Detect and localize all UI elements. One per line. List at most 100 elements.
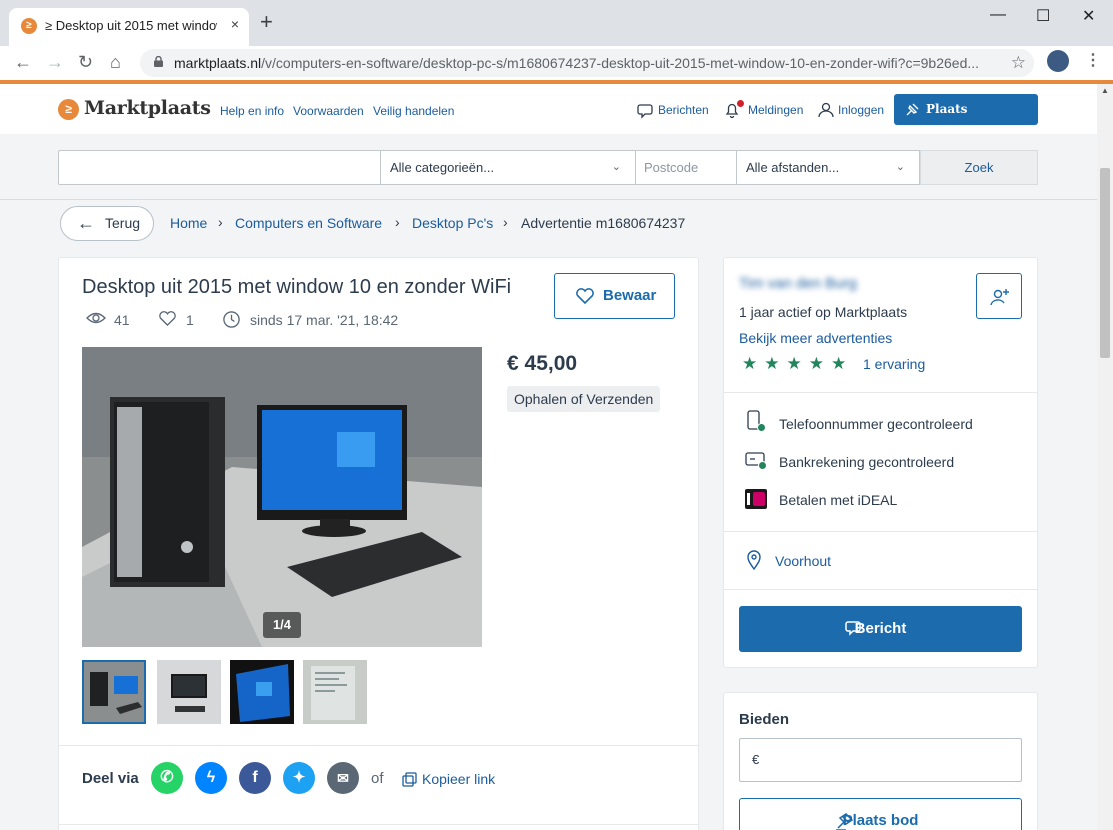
notification-badge [737, 100, 744, 107]
email-icon[interactable]: ✉ [327, 762, 359, 794]
listing-date: sinds 17 mar. '21, 18:42 [250, 312, 399, 328]
divider [723, 531, 1038, 532]
listing-photo[interactable] [82, 347, 482, 647]
back-arrow-icon[interactable]: ← [14, 52, 32, 72]
scrollbar-thumb[interactable] [1100, 168, 1110, 358]
back-button[interactable]: ← Terug [60, 206, 154, 241]
home-icon[interactable]: ⌂ [110, 52, 121, 72]
seller-name[interactable]: Tim van den Burg [739, 275, 857, 292]
thumbnail-1[interactable] [82, 660, 146, 724]
copy-link-icon[interactable] [401, 772, 417, 788]
location-pin-icon [747, 550, 761, 570]
save-label: Bewaar [603, 287, 657, 304]
logo-icon[interactable]: ≥ [58, 99, 79, 120]
gavel-icon [836, 813, 854, 830]
search-button[interactable]: Zoek [920, 150, 1038, 185]
verified-check-icon [758, 461, 767, 470]
seller-location[interactable]: Voorhout [775, 553, 831, 569]
divider [58, 745, 699, 746]
share-label: Deel via [82, 770, 139, 787]
breadcrumb-category[interactable]: Computers en Software [235, 215, 382, 231]
chat-bubble-icon [845, 621, 861, 636]
forward-arrow-icon[interactable]: → [46, 52, 64, 72]
chat-icon[interactable] [637, 101, 655, 119]
verified-phone: Telefoonnummer gecontroleerd [779, 416, 973, 432]
messages-link[interactable]: Berichten [658, 103, 709, 117]
thumbnail-4[interactable] [303, 660, 367, 724]
listing-title: Desktop uit 2015 met window 10 en zonder… [82, 276, 512, 298]
close-tab-icon[interactable]: × [231, 16, 239, 32]
seller-since: 1 jaar actief op Marktplaats [739, 304, 908, 320]
divider [723, 589, 1038, 590]
add-user-icon [990, 289, 1009, 306]
breadcrumb-home[interactable]: Home [170, 215, 207, 231]
verified-check-icon [757, 423, 766, 432]
favicon-icon: ≥ [21, 18, 37, 34]
notifications-link[interactable]: Meldingen [748, 103, 803, 117]
login-link[interactable]: Inloggen [838, 103, 884, 117]
views-count: 41 [114, 312, 130, 328]
page-scrollbar[interactable]: ▲ [1097, 84, 1113, 830]
message-button[interactable]: Bericht [739, 606, 1022, 652]
user-icon[interactable] [817, 101, 835, 119]
divider [58, 824, 699, 825]
ideal-icon [745, 489, 767, 509]
thumbnail-2[interactable] [157, 660, 221, 724]
breadcrumb-current: Advertentie m1680674237 [521, 215, 686, 231]
distance-select[interactable]: Alle afstanden... ⌄ [736, 150, 920, 185]
more-ads-link[interactable]: Bekijk meer advertenties [739, 330, 892, 346]
ideal-payment: Betalen met iDEAL [779, 492, 898, 508]
safe-trading-link[interactable]: Veilig handelen [373, 104, 454, 118]
thumbnail-3[interactable] [230, 660, 294, 724]
minimize-button[interactable]: — [990, 6, 1006, 24]
postcode-input[interactable]: Postcode [635, 150, 737, 185]
whatsapp-icon[interactable]: ✆ [151, 762, 183, 794]
new-tab-button[interactable]: + [260, 11, 273, 33]
profile-avatar[interactable] [1047, 50, 1069, 72]
search-input[interactable] [58, 150, 381, 185]
divider [723, 392, 1038, 393]
site-header: ≥ Marktplaats Help en info Voorwaarden V… [0, 84, 1097, 147]
address-bar[interactable]: marktplaats.nl/v/computers-en-software/d… [140, 49, 1034, 77]
chevron-right-icon: › [218, 214, 223, 230]
pin-icon [906, 103, 919, 116]
browser-menu-icon[interactable]: ⋮ [1085, 50, 1101, 70]
desktop-pc-image [82, 347, 482, 647]
search-bar: Alle categorieën... ⌄ Postcode Alle afst… [0, 134, 1097, 200]
chevron-right-icon: › [395, 214, 400, 230]
bid-amount-input[interactable]: € [739, 738, 1022, 782]
experience-link[interactable]: 1 ervaring [863, 356, 925, 372]
terms-link[interactable]: Voorwaarden [293, 104, 364, 118]
bookmark-star-icon[interactable]: ☆ [1011, 53, 1026, 73]
logo-text[interactable]: Marktplaats [84, 97, 211, 119]
scroll-up-icon[interactable]: ▲ [1101, 86, 1109, 95]
chevron-down-icon: ⌄ [895, 161, 905, 173]
chevron-down-icon: ⌄ [611, 161, 621, 173]
copy-link[interactable]: Kopieer link [422, 771, 495, 787]
browser-tabbar: ≥ ≥ Desktop uit 2015 met window × + — ☐ … [0, 0, 1113, 46]
bid-title: Bieden [739, 711, 790, 728]
back-label: Terug [105, 215, 141, 231]
maximize-button[interactable]: ☐ [1036, 6, 1050, 26]
help-link[interactable]: Help en info [220, 104, 284, 118]
window-close-button[interactable]: ✕ [1082, 6, 1095, 26]
facebook-icon[interactable]: f [239, 762, 271, 794]
twitter-icon[interactable]: ✦ [283, 762, 315, 794]
listing-price: € 45,00 [507, 352, 578, 375]
tab-title: ≥ Desktop uit 2015 met window [45, 18, 217, 33]
category-select[interactable]: Alle categorieën... ⌄ [380, 150, 636, 185]
photo-counter: 1/4 [263, 612, 301, 638]
browser-tab[interactable]: ≥ ≥ Desktop uit 2015 met window × [9, 8, 249, 46]
breadcrumb-subcategory[interactable]: Desktop Pc's [412, 215, 493, 231]
save-button[interactable]: Bewaar [554, 273, 675, 319]
follow-seller-button[interactable] [976, 273, 1022, 319]
post-ad-button[interactable]: Plaats advertentie [894, 94, 1038, 147]
rating-stars: ★★★★★ [742, 354, 854, 373]
favorites-count: 1 [186, 312, 194, 328]
messenger-icon[interactable]: ϟ [195, 762, 227, 794]
share-or-text: of [371, 770, 384, 787]
address-bar-row: ← → ↻ ⌂ marktplaats.nl/v/computers-en-so… [0, 46, 1113, 78]
reload-icon[interactable]: ↻ [78, 52, 93, 72]
place-bid-button[interactable]: Plaats bod [739, 798, 1022, 830]
lock-icon [154, 56, 163, 67]
